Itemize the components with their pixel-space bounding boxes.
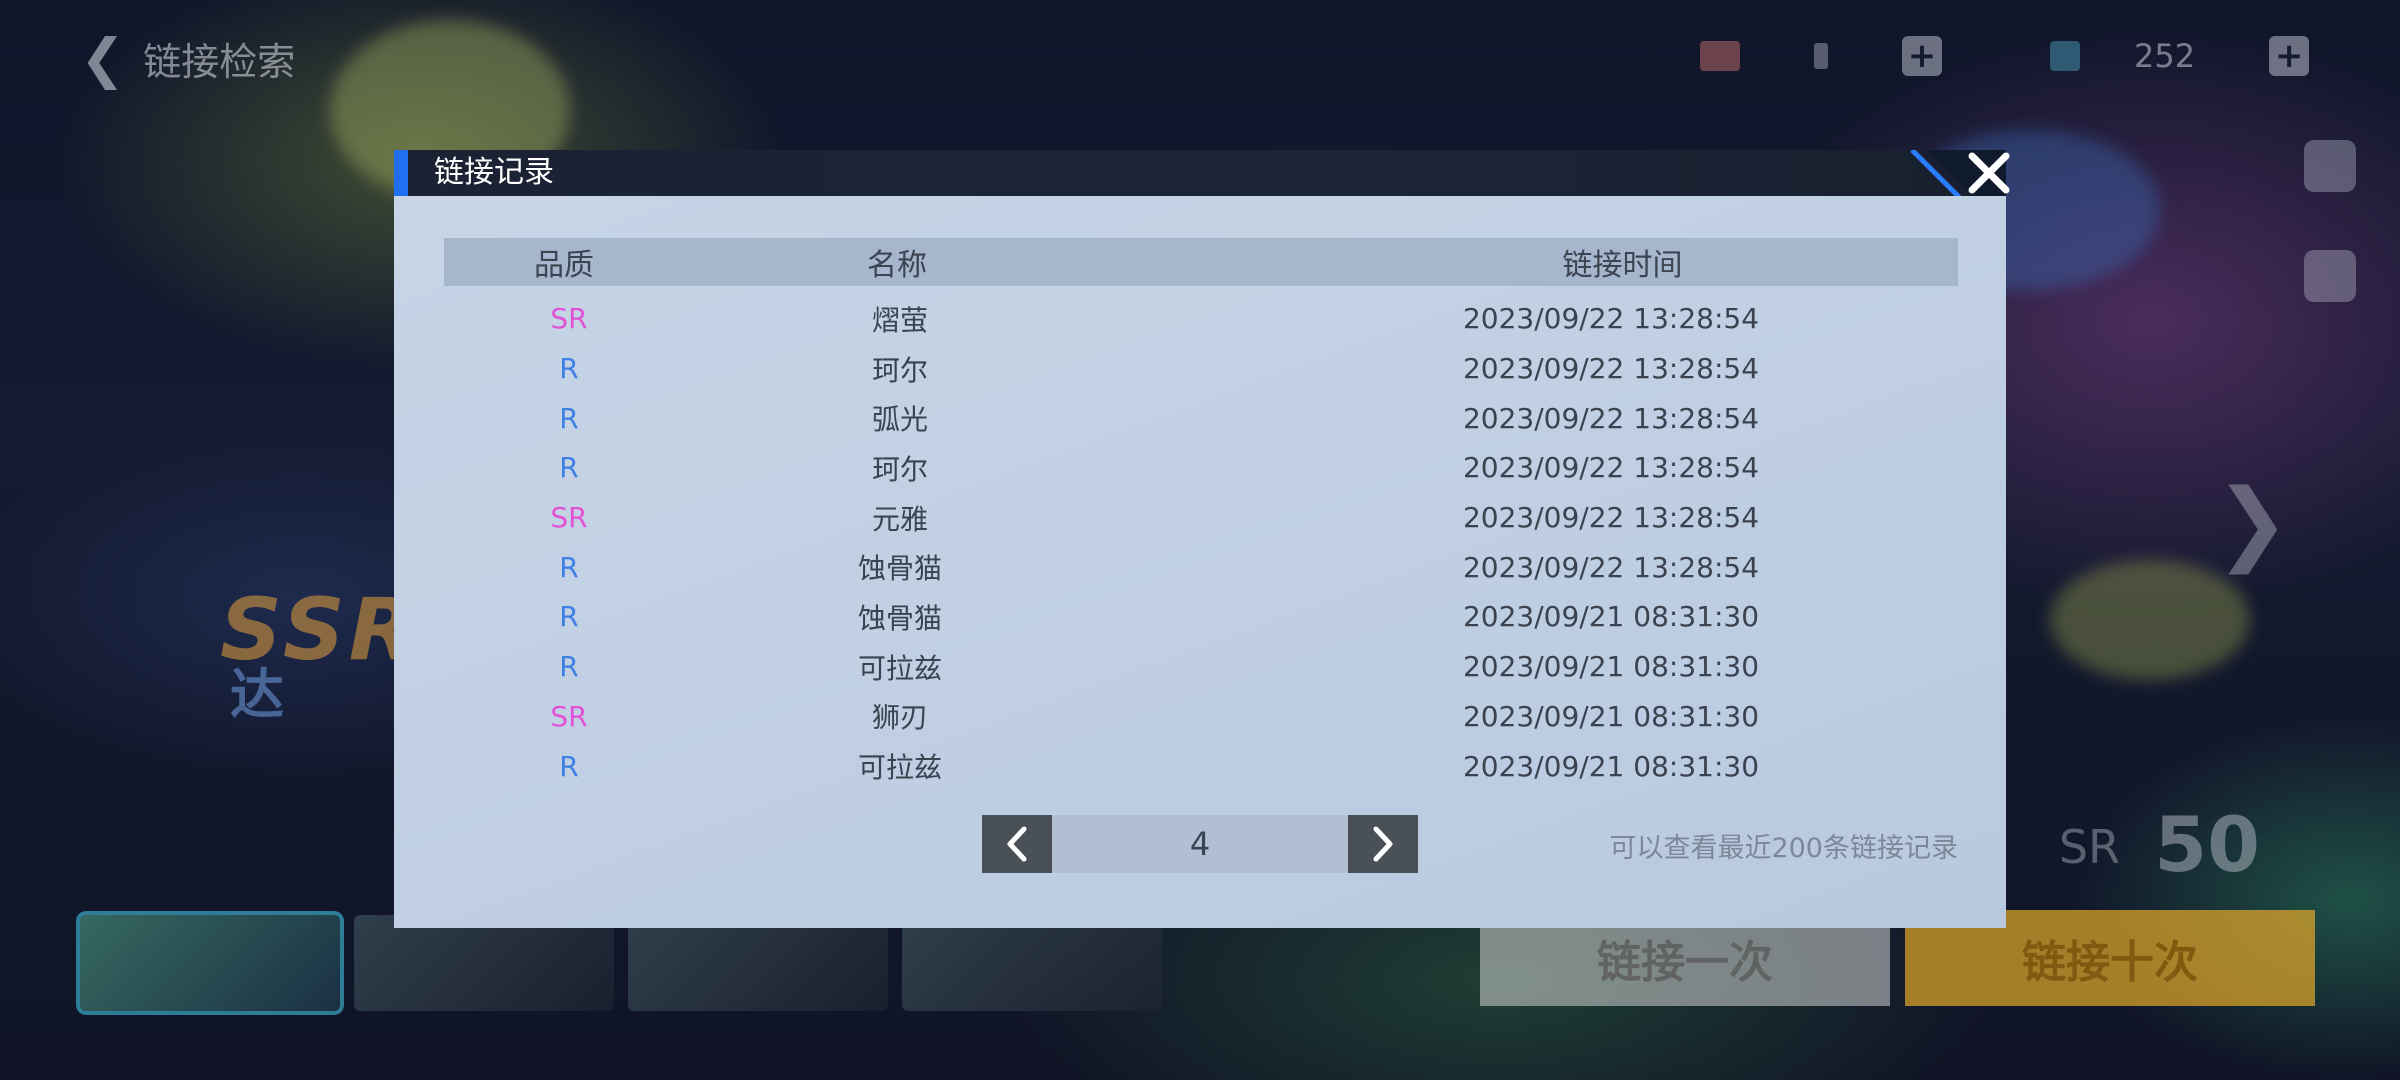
table-header: 品质 名称 链接时间	[444, 238, 1958, 286]
summon-ten-label: 链接十次	[2022, 937, 2198, 988]
row-quality: R	[559, 600, 579, 634]
header-accent-bar	[394, 150, 408, 196]
banner-thumbnail[interactable]	[628, 915, 888, 1011]
table-row: R 珂尔 2023/09/22 13:28:54	[444, 344, 1958, 394]
background-glow	[2050, 560, 2250, 680]
shield-icon[interactable]	[2304, 140, 2356, 192]
row-quality: SR	[550, 699, 588, 733]
next-page-button[interactable]	[1348, 815, 1418, 873]
nav-title: 链接检索	[143, 39, 296, 84]
banner-thumbnails	[80, 915, 1162, 1011]
row-quality: R	[559, 650, 579, 684]
row-name: 可拉兹	[857, 651, 942, 685]
resource-2-value: 252	[2134, 37, 2196, 75]
record-icon[interactable]	[2304, 250, 2356, 302]
resource-counter-2: 252 +	[2050, 36, 2310, 76]
table-row: R 蚀骨猫 2023/09/22 13:28:54	[444, 542, 1958, 592]
row-name: 狮刃	[871, 701, 928, 735]
row-time: 2023/09/22 13:28:54	[1462, 401, 1760, 435]
table-row: R 蚀骨猫 2023/09/21 08:31:30	[444, 592, 1958, 642]
row-name: 蚀骨猫	[857, 552, 942, 586]
add-resource-2-button[interactable]: +	[2269, 36, 2310, 76]
pagination: 4	[982, 815, 1418, 873]
row-name: 珂尔	[871, 353, 928, 387]
next-banner-arrow-icon[interactable]: ❯	[2215, 470, 2290, 575]
row-name: 熠萤	[871, 303, 928, 337]
row-time: 2023/09/22 13:28:54	[1462, 550, 1760, 584]
remaining-quality: SR	[2058, 820, 2120, 874]
row-time: 2023/09/21 08:31:30	[1462, 650, 1760, 684]
table-rows: SR 熠萤 2023/09/22 13:28:54 R 珂尔 2023/09/22 13:…	[444, 294, 1958, 791]
column-header-name: 名称	[867, 248, 927, 283]
table-row: SR 狮刃 2023/09/21 08:31:30	[444, 692, 1958, 742]
row-quality: SR	[550, 302, 588, 336]
table-row: R 珂尔 2023/09/22 13:28:54	[444, 443, 1958, 493]
summon-once-label: 链接一次	[1597, 937, 1773, 988]
row-time: 2023/09/21 08:31:30	[1462, 699, 1760, 733]
ticket-icon	[1700, 41, 1740, 71]
link-record-dialog: 链接记录 品质 名称 链接时间 SR 熠萤 2023/09/22 13:28:54 R…	[394, 150, 2010, 928]
table-row: R 可拉兹 2023/09/21 08:31:30	[444, 741, 1958, 791]
chevron-right-icon	[1373, 826, 1393, 862]
column-header-quality: 品质	[534, 248, 594, 283]
dialog-body: 品质 名称 链接时间 SR 熠萤 2023/09/22 13:28:54 R 珂尔 202…	[394, 196, 2006, 928]
row-name: 弧光	[871, 403, 928, 437]
banner-thumbnail[interactable]	[80, 915, 340, 1011]
row-name: 蚀骨猫	[857, 601, 942, 635]
dialog-header: 链接记录	[394, 150, 2006, 246]
row-quality: R	[559, 749, 579, 783]
row-quality: SR	[550, 501, 588, 535]
resource-counter-1: +	[1700, 36, 1942, 76]
record-table: 品质 名称 链接时间 SR 熠萤 2023/09/22 13:28:54 R 珂尔 202…	[444, 238, 1958, 791]
row-time: 2023/09/21 08:31:30	[1462, 600, 1760, 634]
record-limit-note: 可以查看最近200条链接记录	[1609, 833, 1958, 864]
chevron-left-icon	[1007, 826, 1027, 862]
row-time: 2023/09/22 13:28:54	[1462, 451, 1760, 485]
row-quality: R	[559, 401, 579, 435]
banner-thumbnail[interactable]	[902, 915, 1162, 1011]
promo-banner-subtitle: 达	[230, 663, 284, 726]
table-row: R 可拉兹 2023/09/21 08:31:30	[444, 642, 1958, 692]
row-time: 2023/09/22 13:28:54	[1462, 302, 1760, 336]
top-navigation: ❮ 链接检索	[80, 27, 296, 90]
banner-thumbnail[interactable]	[354, 915, 614, 1011]
remaining-count: 50	[2154, 800, 2260, 889]
row-quality: R	[559, 451, 579, 485]
row-name: 元雅	[871, 502, 928, 536]
row-name: 可拉兹	[857, 751, 942, 785]
row-time: 2023/09/22 13:28:54	[1462, 501, 1760, 535]
row-name: 珂尔	[871, 452, 928, 486]
add-resource-1-button[interactable]: +	[1902, 36, 1942, 76]
row-time: 2023/09/22 13:28:54	[1462, 352, 1760, 386]
previous-page-button[interactable]	[982, 815, 1052, 873]
row-time: 2023/09/21 08:31:30	[1462, 749, 1760, 783]
dialog-title: 链接记录	[434, 155, 554, 190]
gem-icon	[2050, 41, 2080, 71]
row-quality: R	[559, 550, 579, 584]
crystal-icon	[1814, 43, 1828, 69]
table-row: R 弧光 2023/09/22 13:28:54	[444, 393, 1958, 443]
current-page-number: 4	[1052, 815, 1348, 873]
row-quality: R	[559, 352, 579, 386]
table-row: SR 熠萤 2023/09/22 13:28:54	[444, 294, 1958, 344]
table-row: SR 元雅 2023/09/22 13:28:54	[444, 493, 1958, 543]
column-header-time: 链接时间	[1562, 248, 1683, 283]
back-arrow-icon[interactable]: ❮	[80, 27, 125, 90]
